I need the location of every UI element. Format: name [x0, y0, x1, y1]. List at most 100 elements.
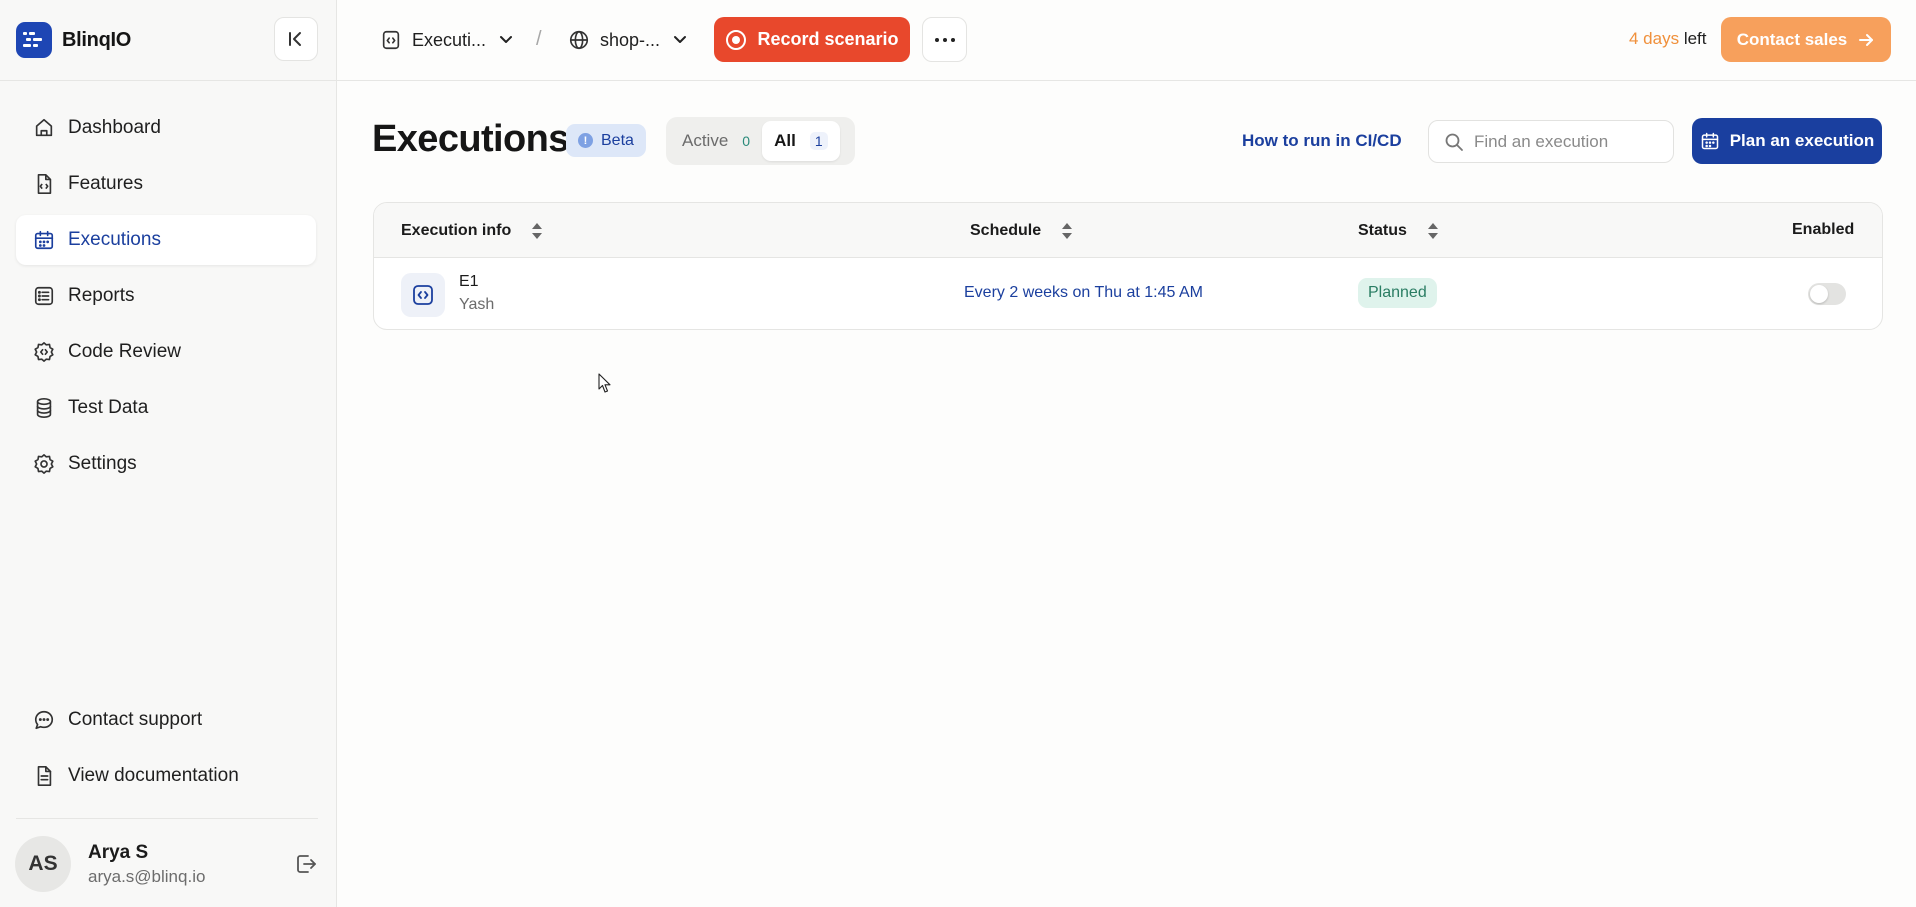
- breadcrumb-separator: /: [536, 28, 542, 50]
- sidebar-item-label: Test Data: [68, 397, 149, 418]
- breadcrumb-site-label: shop-...: [600, 29, 661, 50]
- column-label: Status: [1358, 222, 1407, 239]
- search-box: [1428, 120, 1674, 163]
- column-status[interactable]: Status: [1358, 221, 1439, 241]
- contact-sales-button[interactable]: Contact sales: [1721, 17, 1891, 62]
- execution-owner: Yash: [459, 296, 495, 313]
- contact-sales-label: Contact sales: [1736, 29, 1848, 49]
- view-documentation-link[interactable]: View documentation: [16, 751, 316, 801]
- chat-icon: [32, 708, 56, 732]
- sidebar-item-label: Code Review: [68, 341, 181, 362]
- sort-icon: [1427, 221, 1439, 241]
- brand-name: BlinqIO: [62, 28, 132, 51]
- database-icon: [32, 396, 56, 420]
- sidebar-nav: Dashboard Features Executions Reports Co…: [16, 103, 316, 495]
- sidebar-bottom-nav: Contact support View documentation: [16, 695, 316, 807]
- view-documentation-label: View documentation: [68, 765, 239, 786]
- executions-table: Execution info Schedule Status Enabled E…: [373, 202, 1883, 330]
- sidebar-item-label: Features: [68, 173, 143, 194]
- blinqio-logo-icon: [16, 22, 52, 58]
- user-email: arya.s@blinq.io: [88, 866, 206, 886]
- document-icon: [32, 764, 56, 788]
- gear-icon: [32, 452, 56, 476]
- calendar-icon: [1700, 131, 1720, 151]
- home-icon: [32, 116, 56, 140]
- sidebar-item-code-review[interactable]: Code Review: [16, 327, 316, 377]
- enabled-toggle[interactable]: [1808, 283, 1846, 305]
- contact-support-link[interactable]: Contact support: [16, 695, 316, 745]
- record-icon: [725, 29, 747, 51]
- sidebar-item-settings[interactable]: Settings: [16, 439, 316, 489]
- sidebar-item-test-data[interactable]: Test Data: [16, 383, 316, 433]
- tab-count: 0: [742, 133, 751, 149]
- tab-all[interactable]: All 1: [762, 121, 840, 161]
- sidebar-bottom-divider: [16, 818, 318, 819]
- sidebar-item-label: Settings: [68, 453, 137, 474]
- globe-icon: [568, 29, 590, 51]
- user-profile[interactable]: AS Arya S arya.s@blinq.io: [15, 836, 320, 892]
- search-input[interactable]: [1474, 131, 1664, 152]
- file-code-icon: [32, 172, 56, 196]
- user-name: Arya S: [88, 841, 149, 863]
- record-scenario-button[interactable]: Record scenario: [714, 17, 910, 62]
- sort-icon: [531, 221, 543, 241]
- chevron-down-icon: [496, 30, 516, 50]
- breadcrumb-project-label: Executi...: [412, 29, 487, 50]
- beta-label: Beta: [601, 131, 634, 149]
- column-execution-info[interactable]: Execution info: [401, 221, 543, 241]
- sidebar-item-label: Reports: [68, 285, 135, 306]
- column-label: Schedule: [970, 222, 1042, 239]
- column-label: Execution info: [401, 222, 512, 239]
- search-icon: [1444, 132, 1464, 152]
- sidebar-item-features[interactable]: Features: [16, 159, 316, 209]
- top-bar: Executi... / shop-... Record scenario 4 …: [337, 0, 1916, 81]
- plan-execution-label: Plan an execution: [1729, 131, 1875, 150]
- status-badge: Planned: [1358, 278, 1437, 308]
- table-header: Execution info Schedule Status Enabled: [374, 203, 1882, 258]
- calendar-icon: [32, 228, 56, 252]
- collapse-left-icon: [289, 32, 301, 46]
- execution-schedule: Every 2 weeks on Thu at 1:45 AM: [964, 284, 1203, 301]
- tab-active[interactable]: Active 0: [670, 121, 762, 161]
- avatar: AS: [15, 836, 71, 892]
- sidebar-item-label: Executions: [68, 229, 161, 250]
- logout-button[interactable]: [294, 852, 318, 876]
- info-icon: !: [578, 133, 593, 148]
- logout-icon: [297, 855, 316, 873]
- tab-label: All: [774, 131, 796, 150]
- record-scenario-label: Record scenario: [757, 29, 899, 49]
- column-label: Enabled: [1792, 221, 1855, 238]
- sidebar-divider: [0, 80, 337, 81]
- sidebar-item-executions[interactable]: Executions: [16, 215, 316, 265]
- list-icon: [32, 284, 56, 308]
- execution-filter-tabs: Active 0 All 1: [666, 117, 855, 165]
- more-options-button[interactable]: [922, 17, 967, 62]
- beta-badge: ! Beta: [566, 124, 646, 157]
- trial-remaining: 4 days left: [1629, 29, 1707, 49]
- execution-name: E1: [459, 273, 479, 290]
- more-horizontal-icon: [934, 37, 955, 42]
- sidebar-item-label: Dashboard: [68, 117, 161, 138]
- trial-left-label: left: [1683, 29, 1707, 48]
- how-to-run-cicd-link[interactable]: How to run in CI/CD: [1242, 131, 1402, 151]
- arrow-right-icon: [1857, 31, 1875, 49]
- execution-code-icon: [401, 273, 445, 317]
- breadcrumb-project-dropdown[interactable]: Executi...: [380, 22, 516, 58]
- mouse-cursor-icon: [598, 373, 612, 394]
- tab-count: 1: [809, 132, 828, 150]
- sidebar: BlinqIO Dashboard Features Executions Re…: [0, 0, 337, 907]
- chevron-down-icon: [670, 30, 690, 50]
- collapse-sidebar-button[interactable]: [274, 17, 318, 61]
- user-info: Arya S arya.s@blinq.io: [88, 842, 205, 887]
- project-icon: [380, 29, 402, 51]
- sidebar-item-dashboard[interactable]: Dashboard: [16, 103, 316, 153]
- sidebar-item-reports[interactable]: Reports: [16, 271, 316, 321]
- column-schedule[interactable]: Schedule: [970, 221, 1073, 241]
- trial-days: 4 days: [1629, 29, 1680, 48]
- table-row[interactable]: E1 Yash Every 2 weeks on Thu at 1:45 AM …: [374, 258, 1882, 329]
- brand[interactable]: BlinqIO: [16, 22, 131, 58]
- gear-code-icon: [32, 340, 56, 364]
- plan-execution-button[interactable]: Plan an execution: [1692, 118, 1882, 164]
- column-enabled: Enabled: [1792, 221, 1854, 239]
- breadcrumb-site-dropdown[interactable]: shop-...: [568, 22, 690, 58]
